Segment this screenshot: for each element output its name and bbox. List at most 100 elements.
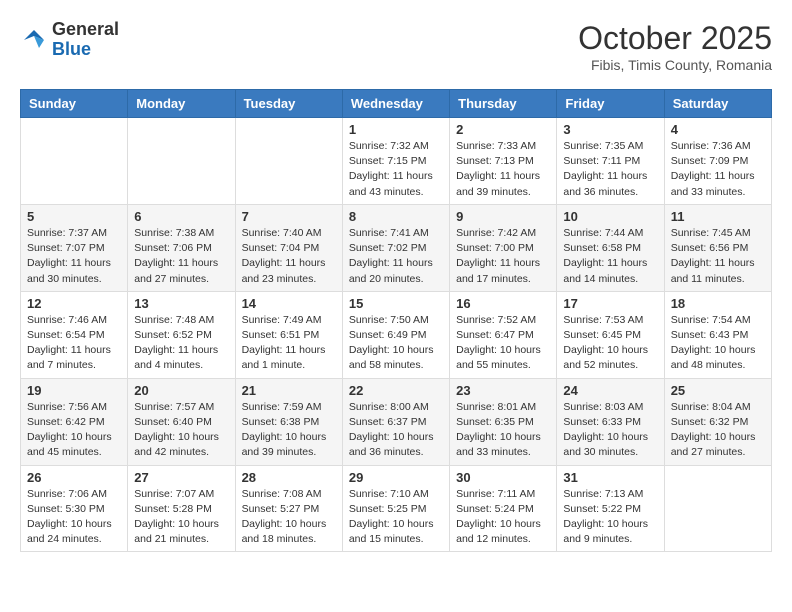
day-info: Sunrise: 7:50 AM Sunset: 6:49 PM Dayligh… bbox=[349, 313, 443, 374]
calendar-cell: 31 Sunrise: 7:13 AM Sunset: 5:22 PM Dayli… bbox=[557, 465, 664, 552]
calendar-cell: 29 Sunrise: 7:10 AM Sunset: 5:25 PM Dayli… bbox=[342, 465, 449, 552]
day-number: 6 bbox=[134, 209, 228, 224]
calendar-header-row: SundayMondayTuesdayWednesdayThursdayFrid… bbox=[21, 90, 772, 118]
day-number: 29 bbox=[349, 470, 443, 485]
day-info: Sunrise: 7:38 AM Sunset: 7:06 PM Dayligh… bbox=[134, 226, 228, 287]
calendar-cell bbox=[664, 465, 771, 552]
day-info: Sunrise: 8:03 AM Sunset: 6:33 PM Dayligh… bbox=[563, 400, 657, 461]
title-block: October 2025 Fibis, Timis County, Romani… bbox=[578, 20, 772, 73]
day-info: Sunrise: 7:53 AM Sunset: 6:45 PM Dayligh… bbox=[563, 313, 657, 374]
calendar-cell: 12 Sunrise: 7:46 AM Sunset: 6:54 PM Dayli… bbox=[21, 291, 128, 378]
calendar-cell: 24 Sunrise: 8:03 AM Sunset: 6:33 PM Dayli… bbox=[557, 378, 664, 465]
weekday-header: Monday bbox=[128, 90, 235, 118]
day-info: Sunrise: 7:48 AM Sunset: 6:52 PM Dayligh… bbox=[134, 313, 228, 374]
calendar-cell: 28 Sunrise: 7:08 AM Sunset: 5:27 PM Dayli… bbox=[235, 465, 342, 552]
calendar-cell: 4 Sunrise: 7:36 AM Sunset: 7:09 PM Daylig… bbox=[664, 118, 771, 205]
calendar-cell: 7Sunrise: 7:40 AM Sunset: 7:04 PM Daylig… bbox=[235, 204, 342, 291]
day-number: 24 bbox=[563, 383, 657, 398]
day-number: 10 bbox=[563, 209, 657, 224]
day-number: 22 bbox=[349, 383, 443, 398]
day-info: Sunrise: 8:01 AM Sunset: 6:35 PM Dayligh… bbox=[456, 400, 550, 461]
logo: General Blue bbox=[20, 20, 119, 60]
day-info: Sunrise: 7:54 AM Sunset: 6:43 PM Dayligh… bbox=[671, 313, 765, 374]
day-number: 20 bbox=[134, 383, 228, 398]
calendar-cell: 20 Sunrise: 7:57 AM Sunset: 6:40 PM Dayli… bbox=[128, 378, 235, 465]
day-info: Sunrise: 7:10 AM Sunset: 5:25 PM Dayligh… bbox=[349, 487, 443, 548]
day-info: Sunrise: 7:42 AM Sunset: 7:00 PM Dayligh… bbox=[456, 226, 550, 287]
day-number: 11 bbox=[671, 209, 765, 224]
day-info: Sunrise: 7:06 AM Sunset: 5:30 PM Dayligh… bbox=[27, 487, 121, 548]
day-info: Sunrise: 7:37 AM Sunset: 7:07 PM Dayligh… bbox=[27, 226, 121, 287]
day-number: 1 bbox=[349, 122, 443, 137]
day-info: Sunrise: 7:32 AM Sunset: 7:15 PM Dayligh… bbox=[349, 139, 443, 200]
day-number: 23 bbox=[456, 383, 550, 398]
day-number: 12 bbox=[27, 296, 121, 311]
day-info: Sunrise: 7:52 AM Sunset: 6:47 PM Dayligh… bbox=[456, 313, 550, 374]
day-number: 30 bbox=[456, 470, 550, 485]
day-info: Sunrise: 7:13 AM Sunset: 5:22 PM Dayligh… bbox=[563, 487, 657, 548]
calendar-cell: 26Sunrise: 7:06 AM Sunset: 5:30 PM Dayli… bbox=[21, 465, 128, 552]
calendar-cell: 15Sunrise: 7:50 AM Sunset: 6:49 PM Dayli… bbox=[342, 291, 449, 378]
weekday-header: Tuesday bbox=[235, 90, 342, 118]
day-info: Sunrise: 7:35 AM Sunset: 7:11 PM Dayligh… bbox=[563, 139, 657, 200]
day-info: Sunrise: 7:49 AM Sunset: 6:51 PM Dayligh… bbox=[242, 313, 336, 374]
weekday-header: Wednesday bbox=[342, 90, 449, 118]
calendar-cell: 25 Sunrise: 8:04 AM Sunset: 6:32 PM Dayli… bbox=[664, 378, 771, 465]
day-info: Sunrise: 7:33 AM Sunset: 7:13 PM Dayligh… bbox=[456, 139, 550, 200]
calendar-cell: 2Sunrise: 7:33 AM Sunset: 7:13 PM Daylig… bbox=[450, 118, 557, 205]
calendar-cell: 17 Sunrise: 7:53 AM Sunset: 6:45 PM Dayli… bbox=[557, 291, 664, 378]
day-number: 18 bbox=[671, 296, 765, 311]
day-info: Sunrise: 7:11 AM Sunset: 5:24 PM Dayligh… bbox=[456, 487, 550, 548]
calendar-week-row: 1 Sunrise: 7:32 AM Sunset: 7:15 PM Daylig… bbox=[21, 118, 772, 205]
day-info: Sunrise: 7:56 AM Sunset: 6:42 PM Dayligh… bbox=[27, 400, 121, 461]
location-subtitle: Fibis, Timis County, Romania bbox=[578, 57, 772, 73]
logo-text: General Blue bbox=[52, 20, 119, 60]
day-info: Sunrise: 8:00 AM Sunset: 6:37 PM Dayligh… bbox=[349, 400, 443, 461]
month-title: October 2025 bbox=[578, 20, 772, 57]
day-number: 28 bbox=[242, 470, 336, 485]
calendar-week-row: 26Sunrise: 7:06 AM Sunset: 5:30 PM Dayli… bbox=[21, 465, 772, 552]
day-info: Sunrise: 7:40 AM Sunset: 7:04 PM Dayligh… bbox=[242, 226, 336, 287]
day-info: Sunrise: 7:59 AM Sunset: 6:38 PM Dayligh… bbox=[242, 400, 336, 461]
calendar-cell: 9Sunrise: 7:42 AM Sunset: 7:00 PM Daylig… bbox=[450, 204, 557, 291]
calendar-cell: 3 Sunrise: 7:35 AM Sunset: 7:11 PM Daylig… bbox=[557, 118, 664, 205]
day-info: Sunrise: 7:46 AM Sunset: 6:54 PM Dayligh… bbox=[27, 313, 121, 374]
day-number: 4 bbox=[671, 122, 765, 137]
calendar-cell: 6 Sunrise: 7:38 AM Sunset: 7:06 PM Daylig… bbox=[128, 204, 235, 291]
day-info: Sunrise: 7:08 AM Sunset: 5:27 PM Dayligh… bbox=[242, 487, 336, 548]
weekday-header: Thursday bbox=[450, 90, 557, 118]
calendar-week-row: 19Sunrise: 7:56 AM Sunset: 6:42 PM Dayli… bbox=[21, 378, 772, 465]
calendar-table: SundayMondayTuesdayWednesdayThursdayFrid… bbox=[20, 89, 772, 552]
calendar-cell: 5 Sunrise: 7:37 AM Sunset: 7:07 PM Daylig… bbox=[21, 204, 128, 291]
day-info: Sunrise: 7:07 AM Sunset: 5:28 PM Dayligh… bbox=[134, 487, 228, 548]
day-number: 14 bbox=[242, 296, 336, 311]
calendar-cell: 21 Sunrise: 7:59 AM Sunset: 6:38 PM Dayli… bbox=[235, 378, 342, 465]
calendar-week-row: 12 Sunrise: 7:46 AM Sunset: 6:54 PM Dayli… bbox=[21, 291, 772, 378]
calendar-cell bbox=[21, 118, 128, 205]
weekday-header: Sunday bbox=[21, 90, 128, 118]
day-info: Sunrise: 7:41 AM Sunset: 7:02 PM Dayligh… bbox=[349, 226, 443, 287]
day-info: Sunrise: 7:36 AM Sunset: 7:09 PM Dayligh… bbox=[671, 139, 765, 200]
calendar-cell: 22 Sunrise: 8:00 AM Sunset: 6:37 PM Dayli… bbox=[342, 378, 449, 465]
day-number: 25 bbox=[671, 383, 765, 398]
calendar-cell: 11Sunrise: 7:45 AM Sunset: 6:56 PM Dayli… bbox=[664, 204, 771, 291]
day-number: 3 bbox=[563, 122, 657, 137]
calendar-cell: 16Sunrise: 7:52 AM Sunset: 6:47 PM Dayli… bbox=[450, 291, 557, 378]
day-info: Sunrise: 8:04 AM Sunset: 6:32 PM Dayligh… bbox=[671, 400, 765, 461]
day-info: Sunrise: 7:57 AM Sunset: 6:40 PM Dayligh… bbox=[134, 400, 228, 461]
calendar-cell bbox=[235, 118, 342, 205]
calendar-cell: 18 Sunrise: 7:54 AM Sunset: 6:43 PM Dayli… bbox=[664, 291, 771, 378]
day-number: 8 bbox=[349, 209, 443, 224]
calendar-cell: 19Sunrise: 7:56 AM Sunset: 6:42 PM Dayli… bbox=[21, 378, 128, 465]
logo-icon bbox=[20, 26, 48, 54]
day-number: 17 bbox=[563, 296, 657, 311]
calendar-cell: 1 Sunrise: 7:32 AM Sunset: 7:15 PM Daylig… bbox=[342, 118, 449, 205]
calendar-cell bbox=[128, 118, 235, 205]
day-number: 31 bbox=[563, 470, 657, 485]
calendar-cell: 27Sunrise: 7:07 AM Sunset: 5:28 PM Dayli… bbox=[128, 465, 235, 552]
calendar-cell: 14 Sunrise: 7:49 AM Sunset: 6:51 PM Dayli… bbox=[235, 291, 342, 378]
calendar-cell: 10Sunrise: 7:44 AM Sunset: 6:58 PM Dayli… bbox=[557, 204, 664, 291]
day-number: 5 bbox=[27, 209, 121, 224]
day-number: 13 bbox=[134, 296, 228, 311]
day-number: 21 bbox=[242, 383, 336, 398]
